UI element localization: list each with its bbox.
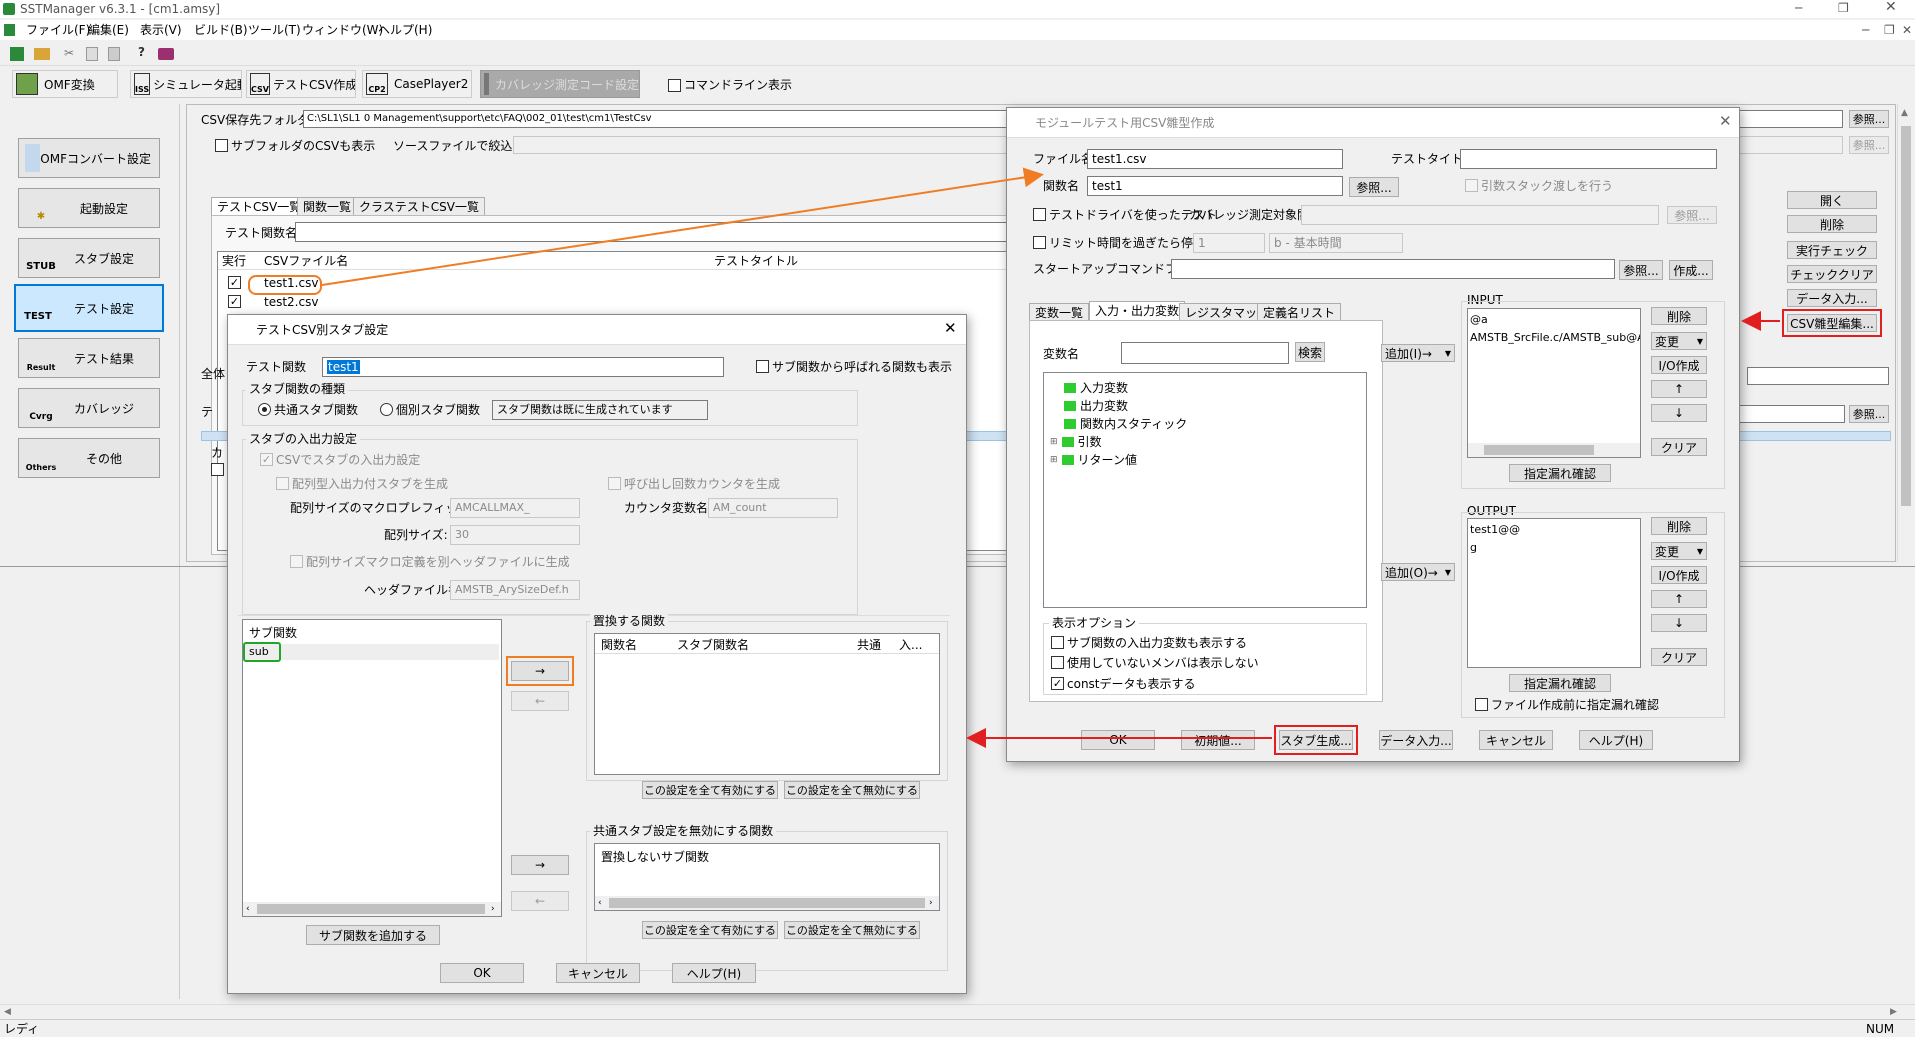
orange-arrow	[321, 167, 1044, 286]
annotation-arrows	[321, 167, 1780, 748]
